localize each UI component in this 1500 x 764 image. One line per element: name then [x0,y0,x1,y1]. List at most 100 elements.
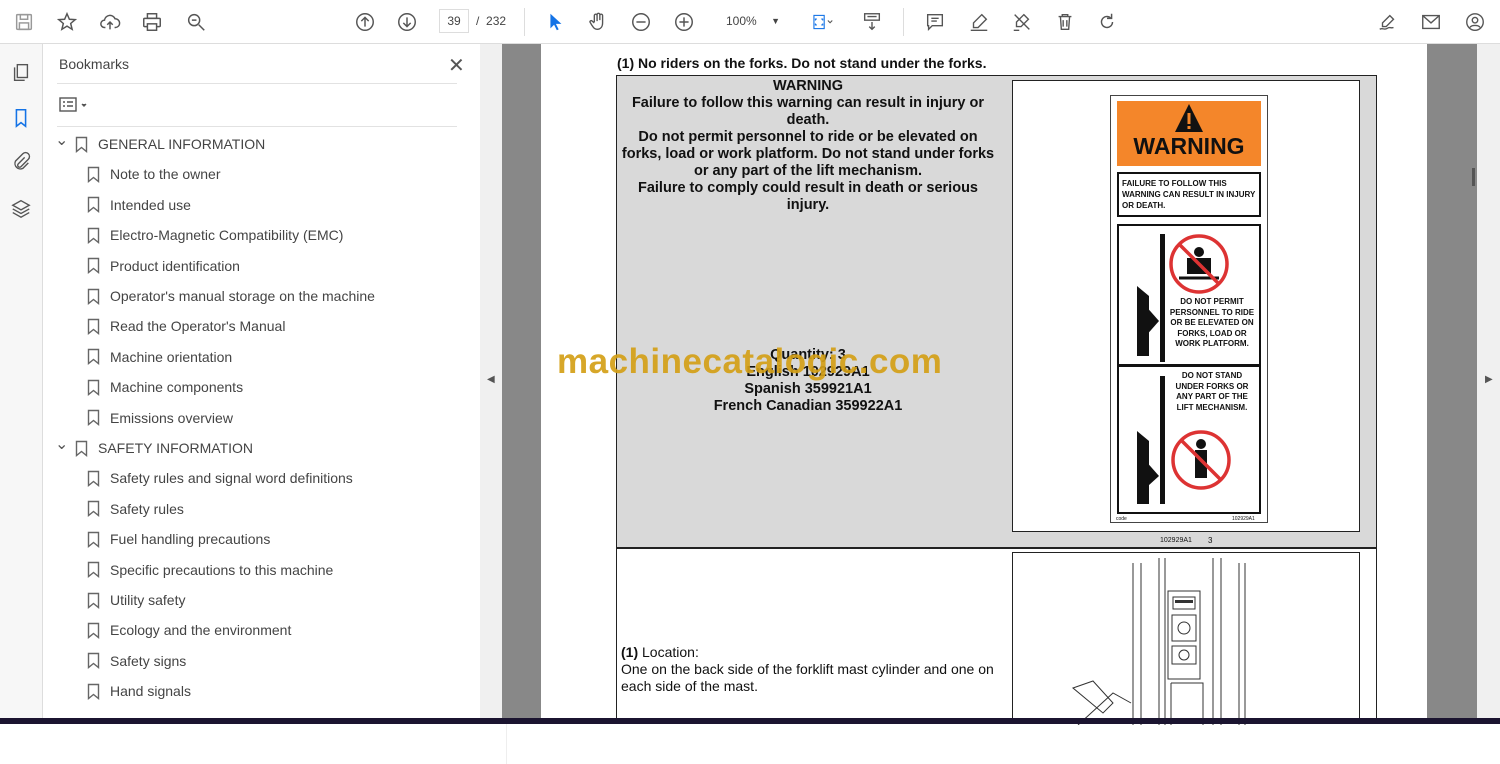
bookmark-label: Fuel handling precautions [110,531,271,548]
bookmark-icon [87,409,100,427]
collapse-left-panel-button[interactable]: ◀ [480,44,502,724]
section-heading: (1) No riders on the forks. Do not stand… [617,55,987,71]
sign-icon[interactable] [1374,8,1402,36]
bookmark-item[interactable]: Safety rules [87,495,184,523]
location-text: (1) Location: One on the back side of th… [621,644,1011,695]
bookmark-item[interactable]: Hand signals [87,677,191,705]
close-icon[interactable]: ✕ [448,53,465,78]
bookmark-icon [87,166,100,183]
delete-trash-icon[interactable] [1051,8,1079,36]
bookmark-section[interactable]: ⌄ SAFETY INFORMATION [55,434,253,462]
bookmarks-title: Bookmarks [59,56,130,72]
highlight-pen-icon[interactable] [965,8,993,36]
bookmark-item[interactable]: Emissions overview [87,404,233,432]
bookmark-panel-icon[interactable] [9,106,33,130]
bookmark-section[interactable]: ⌄ GENERAL INFORMATION [55,130,265,158]
bookmark-label: Electro-Magnetic Compatibility (EMC) [110,227,344,244]
collapse-right-panel-button[interactable]: ▶ [1477,44,1500,724]
bookmark-item[interactable]: Safety rules and signal word definitions [87,464,353,492]
warning-line: Failure to follow this warning can resul… [631,95,985,128]
bookmark-label: Machine orientation [110,348,233,365]
chevron-down-icon[interactable]: ⌄ [55,130,69,150]
hand-tool-icon[interactable] [584,8,612,36]
bookmark-icon [87,683,100,700]
bookmark-item[interactable]: Intended use [87,191,191,219]
bookmark-options-button[interactable] [57,94,97,116]
bookmark-item[interactable]: Product identification [87,252,240,280]
draw-erase-icon[interactable] [1008,8,1036,36]
bookmark-icon [87,470,100,487]
bookmark-item[interactable]: Electro-Magnetic Compatibility (EMC) [87,221,343,249]
chevron-down-icon: ▼ [771,16,780,26]
bookmark-label: Read the Operator's Manual [110,318,286,335]
page-up-icon[interactable] [351,8,379,36]
bookmark-label: Operator's manual storage on the machine [110,288,375,304]
zoom-search-icon[interactable] [182,8,210,36]
caret-left-icon: ◀ [487,374,495,385]
redo-icon[interactable] [1093,8,1121,36]
page-down-icon[interactable] [393,8,421,36]
star-icon[interactable] [53,8,81,36]
decal-warning-text: FAILURE TO FOLLOW THIS WARNING CAN RESUL… [1122,179,1256,210]
zoom-in-icon[interactable] [670,8,698,36]
decal-pictogram-box [1117,224,1261,514]
chevron-down-icon[interactable]: ⌄ [55,434,69,454]
page-thumbnails-icon[interactable] [9,60,33,84]
toolbar-divider [524,8,525,36]
save-icon[interactable] [10,8,38,36]
upload-cloud-icon[interactable] [96,8,124,36]
figure-caption: 102929A1 [1160,537,1192,544]
bookmark-label: Intended use [110,196,191,213]
zoom-select[interactable]: 100% ▼ [716,9,786,33]
bookmark-item[interactable]: Note to the owner [87,160,221,188]
bookmark-icon [87,501,100,518]
account-icon[interactable] [1461,8,1489,36]
bookmark-icon [87,227,100,244]
bookmark-label: Emissions overview [110,409,233,426]
bookmark-item[interactable]: Read the Operator's Manual [87,312,285,340]
print-icon[interactable] [138,8,166,36]
bookmark-icon [87,622,100,639]
attachment-icon[interactable] [9,150,33,174]
scroll-mode-icon[interactable] [858,8,886,36]
divider [57,126,457,127]
decal-no-stand-text: DO NOT STAND UNDER FORKS OR ANY PART OF … [1175,371,1249,412]
bookmark-label: Machine components [110,379,244,396]
bookmark-icon [75,136,88,153]
bookmark-item[interactable]: Specific precautions to this machine [87,556,333,584]
table-divider [616,547,1377,549]
bookmark-item[interactable]: Utility safety [87,586,185,614]
layers-icon[interactable] [9,196,33,220]
decal-no-riders-text: DO NOT PERMIT PERSONNEL TO RIDE OR BE EL… [1169,297,1255,348]
bookmark-item[interactable]: Operator's manual storage on the machine [87,282,375,310]
warning-line: Do not permit personnel to ride or be el… [621,129,995,179]
bookmark-icon [87,349,100,366]
bookmark-item[interactable]: Ecology and the environment [87,616,291,644]
bookmark-item[interactable]: Machine components [87,373,243,401]
bookmark-icon [87,318,100,335]
page-number-input[interactable]: 39 [439,9,469,33]
bookmark-icon [87,561,100,579]
zoom-out-icon[interactable] [627,8,655,36]
bookmark-item[interactable]: Safety signs [87,647,186,675]
bookmark-label: GENERAL INFORMATION [98,136,266,152]
comment-icon[interactable] [921,8,949,36]
navigation-rail [0,44,43,724]
email-icon[interactable] [1417,8,1445,36]
document-scrollbar-thumb[interactable] [1472,168,1475,186]
bookmark-label: Safety signs [110,652,187,669]
bookmarks-panel: Bookmarks ✕ ⌄ GENERAL INFORMATION Note to … [43,44,512,764]
caret-right-icon: ▶ [1485,374,1493,385]
decal-code-right: 102929A1 [1232,516,1255,522]
page-fit-icon[interactable] [804,8,840,36]
bookmark-label: Safety rules [110,500,184,517]
bookmark-item[interactable]: Fuel handling precautions [87,525,270,553]
select-cursor-icon[interactable] [541,8,569,36]
bookmark-item[interactable]: Machine orientation [87,343,232,371]
toolbar-divider [903,8,904,36]
mast-image-frame [1012,552,1360,726]
warning-title: WARNING [772,78,844,94]
bookmark-label: Specific precautions to this machine [110,561,334,578]
bookmark-icon [87,531,100,548]
bookmark-icon [87,653,100,670]
